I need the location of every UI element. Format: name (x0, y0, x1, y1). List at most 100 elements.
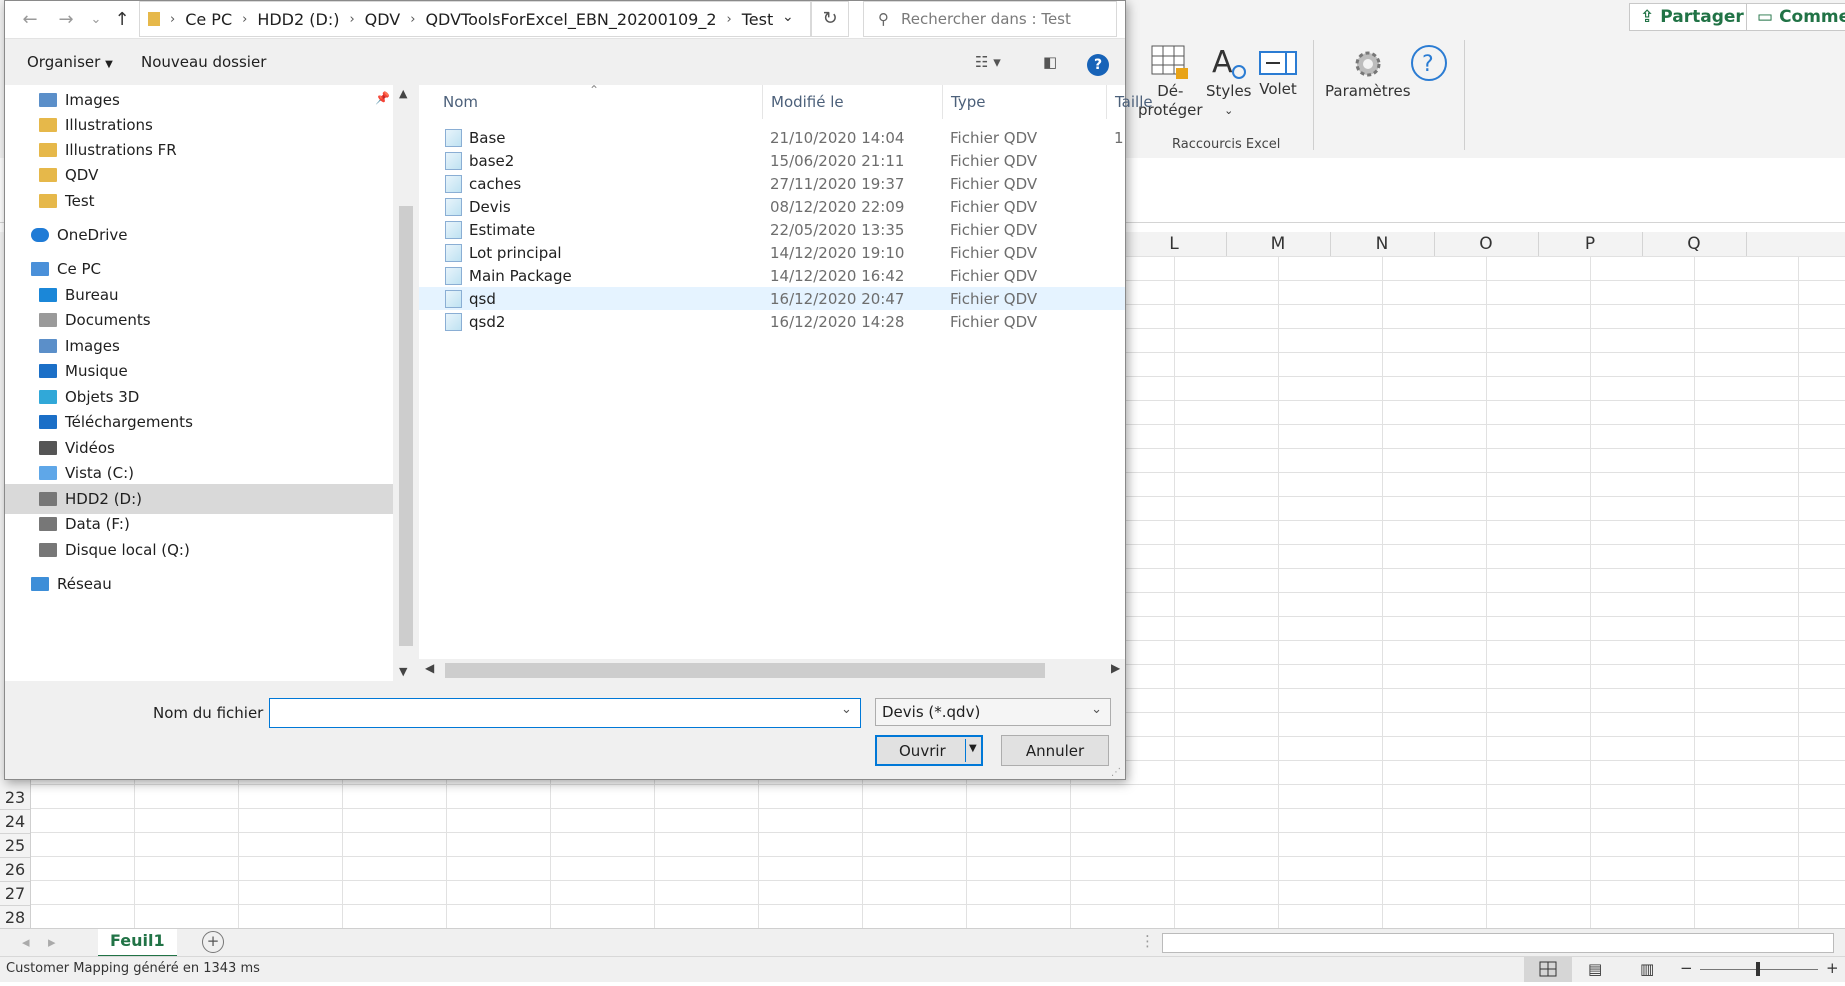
file-list-hscrollbar-thumb[interactable] (445, 663, 1045, 678)
drive-icon (39, 543, 57, 557)
normal-view-button[interactable] (1524, 957, 1572, 982)
zoom-out-icon[interactable]: − (1680, 959, 1693, 977)
sheet-scroll-left-icon[interactable]: ◂ (22, 933, 30, 951)
ribbon-separator (1313, 40, 1314, 150)
organize-button[interactable]: Organiser ▼ (27, 53, 113, 71)
search-placeholder: Rechercher dans : Test (901, 10, 1071, 28)
share-button[interactable]: ⇪ Partager (1629, 3, 1755, 31)
scroll-left-icon[interactable]: ◀ (425, 661, 434, 675)
cloud-icon (31, 228, 49, 242)
breadcrumb-item[interactable]: Ce PC (185, 10, 232, 29)
filename-input[interactable] (269, 698, 861, 728)
nav-item-label: OneDrive (57, 226, 128, 244)
breadcrumb-item[interactable]: QDV (365, 10, 401, 29)
nav-item[interactable]: Test (5, 186, 393, 216)
scroll-right-icon[interactable]: ▶ (1111, 661, 1120, 675)
recent-chevron-icon[interactable]: ⌄ (85, 12, 107, 27)
file-row[interactable]: caches 27/11/2020 19:37 Fichier QDV (419, 172, 1125, 195)
sheet-scroll-right-icon[interactable]: ▸ (48, 933, 56, 951)
dropdown-caret-icon: ▼ (105, 59, 113, 70)
nav-item-label: Bureau (65, 286, 119, 304)
file-row[interactable]: Estimate 22/05/2020 13:35 Fichier QDV (419, 218, 1125, 241)
nav-item[interactable]: Réseau (5, 569, 393, 599)
file-type: Fichier QDV (950, 151, 1038, 170)
column-header[interactable]: L (1122, 232, 1227, 256)
styles-icon: A (1212, 45, 1246, 80)
params-button[interactable]: Paramètres (1325, 46, 1411, 101)
search-input[interactable]: ⚲ Rechercher dans : Test (863, 1, 1117, 37)
up-arrow-icon[interactable]: ↑ (111, 9, 133, 30)
share-icon: ⇪ (1640, 7, 1655, 27)
file-name: Base (469, 128, 506, 147)
breadcrumb-item[interactable]: HDD2 (D:) (257, 10, 339, 29)
new-folder-button[interactable]: Nouveau dossier (141, 53, 266, 71)
file-row[interactable]: qsd 16/12/2020 20:47 Fichier QDV (419, 287, 1125, 310)
breadcrumb-item[interactable]: Test (742, 10, 774, 29)
nav-scrollbar-thumb[interactable] (399, 206, 413, 646)
address-bar[interactable]: › Ce PC › HDD2 (D:) › QDV › QDVToolsForE… (139, 1, 811, 37)
grid-view-icon (1539, 961, 1557, 977)
file-row[interactable]: Lot principal 14/12/2020 19:10 Fichier QDV (419, 241, 1125, 264)
back-arrow-icon[interactable]: ← (19, 9, 41, 30)
split-handle-icon[interactable]: ⋮ (1140, 932, 1155, 950)
refresh-button[interactable]: ↻ (811, 1, 849, 37)
row-header[interactable]: 27 (0, 882, 30, 906)
volet-button[interactable]: Volet (1258, 48, 1298, 99)
view-options-icon[interactable]: ☷ ▾ (975, 53, 1001, 71)
desktop-icon (39, 288, 57, 302)
resize-grip-icon[interactable]: ⋰ (1111, 767, 1121, 778)
scroll-down-icon[interactable]: ▼ (399, 665, 407, 678)
file-row[interactable]: Base 21/10/2020 14:04 Fichier QDV 1 (419, 126, 1125, 149)
row-header[interactable]: 24 (0, 810, 30, 834)
column-header-size[interactable]: Taille (1107, 85, 1167, 119)
pin-icon[interactable]: 📌 (375, 91, 390, 105)
row-header[interactable]: 28 (0, 906, 30, 930)
page-break-icon[interactable]: ▥ (1640, 960, 1654, 978)
filename-dropdown-icon[interactable]: ⌄ (841, 702, 852, 717)
qdv-file-icon (445, 243, 462, 262)
zoom-slider-thumb[interactable] (1756, 962, 1760, 976)
download-icon (39, 415, 57, 429)
file-row[interactable]: Devis 08/12/2020 22:09 Fichier QDV (419, 195, 1125, 218)
column-header-type[interactable]: Type (943, 85, 1107, 119)
horizontal-scrollbar[interactable] (1162, 933, 1834, 953)
file-name: qsd (469, 289, 496, 308)
column-header[interactable]: Q (1642, 232, 1747, 256)
open-dropdown-icon[interactable]: ▼ (969, 743, 977, 754)
zoom-in-icon[interactable]: + (1826, 959, 1839, 977)
open-button[interactable]: Ouvrir ▼ (875, 735, 983, 766)
comments-button[interactable]: ▭ Commen (1746, 3, 1845, 31)
help-button[interactable]: ? (1410, 44, 1448, 86)
nav-item[interactable]: Disque local (Q:) (5, 535, 393, 565)
styles-button[interactable]: A Styles ⌄ (1206, 42, 1252, 120)
column-header[interactable]: P (1538, 232, 1643, 256)
file-name: base2 (469, 151, 515, 170)
qdv-file-icon (445, 197, 462, 216)
forward-arrow-icon[interactable]: → (55, 9, 77, 30)
preview-pane-icon[interactable]: ◧ (1043, 53, 1057, 71)
nav-item[interactable]: OneDrive (5, 220, 393, 250)
column-header-modified[interactable]: Modifié le (763, 85, 943, 119)
scroll-up-icon[interactable]: ▲ (399, 87, 407, 100)
row-header[interactable]: 25 (0, 834, 30, 858)
file-name: Main Package (469, 266, 572, 285)
file-row[interactable]: base2 15/06/2020 21:11 Fichier QDV (419, 149, 1125, 172)
file-row[interactable]: Main Package 14/12/2020 16:42 Fichier QDV (419, 264, 1125, 287)
breadcrumb-separator: › (170, 11, 176, 27)
file-modified: 16/12/2020 14:28 (770, 312, 905, 331)
status-bar: Customer Mapping généré en 1343 ms ▤ ▥ −… (0, 956, 1845, 982)
page-layout-icon[interactable]: ▤ (1588, 960, 1602, 978)
filetype-select[interactable]: Devis (*.qdv) ⌄ (875, 698, 1111, 726)
address-dropdown-icon[interactable]: ⌄ (782, 9, 794, 25)
column-header[interactable]: N (1330, 232, 1435, 256)
sheet-tab[interactable]: Feuil1 (98, 929, 177, 958)
row-header[interactable]: 23 (0, 786, 30, 810)
breadcrumb-item[interactable]: QDVToolsForExcel_EBN_20200109_2 (425, 10, 716, 29)
row-header[interactable]: 26 (0, 858, 30, 882)
cancel-button[interactable]: Annuler (1001, 735, 1109, 766)
add-sheet-icon[interactable]: + (202, 931, 224, 953)
column-header[interactable]: M (1226, 232, 1331, 256)
help-icon[interactable]: ? (1087, 54, 1109, 76)
file-row[interactable]: qsd2 16/12/2020 14:28 Fichier QDV (419, 310, 1125, 333)
column-header[interactable]: O (1434, 232, 1539, 256)
